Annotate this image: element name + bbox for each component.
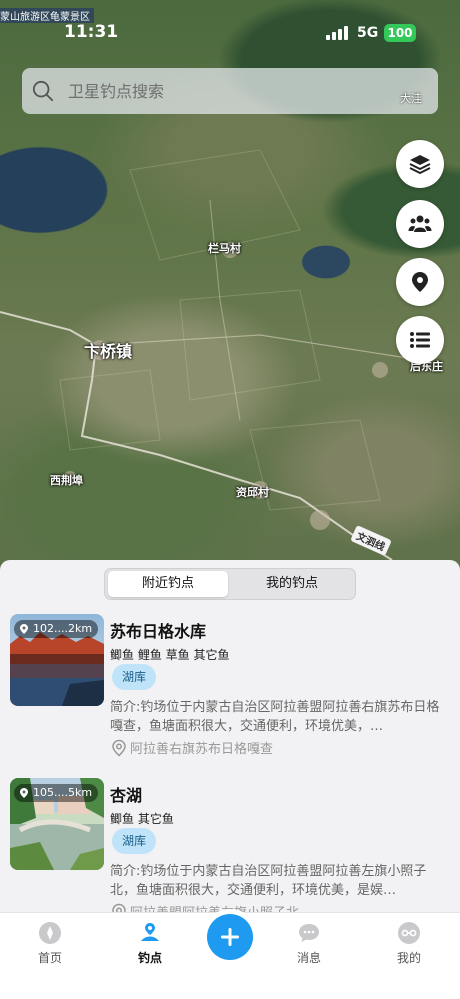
status-time: 11:31: [64, 22, 119, 42]
spot-fish-types: 鲫鱼 其它鱼: [110, 812, 174, 826]
spots-segment-control: 附近钓点 我的钓点: [104, 568, 356, 600]
tab-messages-label: 消息: [296, 951, 321, 965]
spot-description: 简介:钓场位于内蒙古自治区阿拉善盟阿拉善右旗苏布日格嘎查，鱼塘面积很大，交通便利…: [110, 700, 440, 734]
spot-location-text: 阿拉善右旗苏布日格嘎查: [130, 742, 274, 757]
tab-spots-label: 钓点: [137, 951, 162, 965]
location-pin-icon: [20, 624, 28, 634]
cellular-signal-icon: [326, 26, 350, 40]
tab-profile-label: 我的: [396, 951, 421, 965]
home-icon: [39, 922, 61, 944]
tab-messages[interactable]: 消息: [274, 921, 344, 966]
profile-icon: [398, 922, 420, 944]
message-icon: [299, 924, 319, 942]
location-pin-icon: [412, 272, 428, 292]
spot-location: 阿拉善右旗苏布日格嘎查: [110, 738, 273, 757]
spot-description: 简介:钓场位于内蒙古自治区阿拉善盟阿拉善左旗小照子北，鱼塘面积很大，交通便利，环…: [110, 864, 427, 898]
distance-badge: 102....2km: [14, 620, 99, 638]
spot-type-tag: 湖库: [112, 664, 157, 690]
search-bar[interactable]: 大洼: [22, 68, 438, 114]
tab-nearby-spots[interactable]: 附近钓点: [108, 571, 228, 597]
map-label-bianqiaozhen: 卞桥镇: [84, 342, 133, 361]
tab-home[interactable]: 首页: [15, 921, 85, 966]
search-icon: [32, 80, 54, 102]
layers-icon: [409, 155, 431, 174]
group-icon: [408, 215, 432, 232]
spot-thumbnail: 102....2km: [10, 614, 104, 706]
location-pin-icon: [112, 739, 126, 756]
network-type: 5G: [357, 25, 379, 41]
list-icon: [410, 332, 430, 348]
search-map-label: 大洼: [400, 92, 422, 105]
group-button[interactable]: [396, 200, 444, 248]
spot-title: 苏布日格水库: [110, 622, 207, 641]
map-label-zibucun: 资邱村: [236, 486, 269, 499]
map-label-xijingfu: 西荆埠: [50, 474, 83, 487]
spot-thumbnail: 105....5km: [10, 778, 104, 870]
spot-location: 阿拉善盟阿拉善左旗小照子北: [110, 902, 299, 912]
distance-text: 102....2km: [33, 622, 93, 635]
spot-title: 杏湖: [110, 786, 143, 805]
distance-text: 105....5km: [33, 786, 93, 799]
location-button[interactable]: [396, 258, 444, 306]
list-button[interactable]: [396, 316, 444, 364]
layers-button[interactable]: [396, 140, 444, 188]
plus-icon: [221, 928, 239, 946]
spot-location-text: 阿拉善盟阿拉善左旗小照子北: [130, 902, 299, 912]
fishing-spot-icon: [141, 923, 159, 941]
spots-sheet: 附近钓点 我的钓点 102....2km 苏布日格水库 鲫鱼 鲤鱼 草鱼 其它鱼…: [0, 560, 460, 912]
tab-spots[interactable]: 钓点: [115, 921, 185, 966]
spot-card[interactable]: 105....5km 杏湖 鲫鱼 其它鱼 湖库 简介:钓场位于内蒙古自治区阿拉善…: [10, 778, 450, 912]
add-spot-button[interactable]: [207, 914, 253, 960]
spot-card[interactable]: 102....2km 苏布日格水库 鲫鱼 鲤鱼 草鱼 其它鱼 湖库 简介:钓场位…: [10, 614, 450, 774]
bottom-tab-bar: 首页 钓点 消息 我的: [0, 912, 460, 999]
scenic-banner: 蒙山旅游区龟蒙景区: [0, 8, 94, 23]
spot-fish-types: 鲫鱼 鲤鱼 草鱼 其它鱼: [110, 648, 230, 662]
map-label-lanmacun: 栏马村: [208, 242, 241, 255]
battery-indicator: 100: [384, 24, 416, 42]
search-input[interactable]: [68, 78, 398, 104]
tab-profile[interactable]: 我的: [374, 921, 444, 966]
tab-my-spots[interactable]: 我的钓点: [232, 571, 352, 597]
spot-type-tag: 湖库: [112, 828, 157, 854]
location-pin-icon: [20, 788, 28, 798]
location-pin-icon: [112, 903, 126, 912]
tab-home-label: 首页: [37, 951, 62, 965]
distance-badge: 105....5km: [14, 784, 99, 802]
